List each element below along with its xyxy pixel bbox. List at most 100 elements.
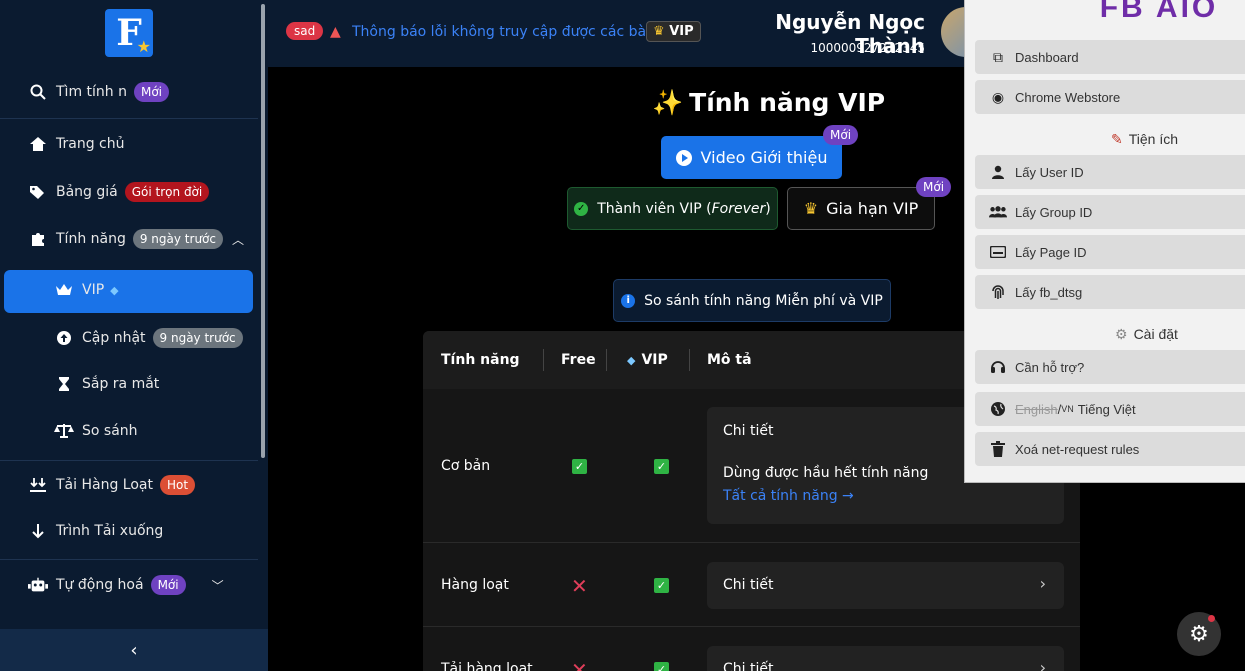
sidebar-item-home[interactable]: Trang chủ (28, 136, 286, 152)
vip-badge-label: VIP (669, 24, 694, 39)
check-circle-icon: ✓ (574, 201, 589, 216)
notice-marquee[interactable]: Thông báo lỗi không truy cập được các bà… (352, 24, 647, 40)
tags-icon (28, 184, 48, 200)
sidebar-item-vip[interactable]: VIP ◆ (54, 282, 312, 298)
sidebar-item-label: Bảng giá (56, 184, 118, 200)
compare-button[interactable]: i So sánh tính năng Miễn phí và VIP (613, 279, 891, 322)
new-badge: Mới (133, 82, 170, 102)
external-link-icon: ⧉ (993, 48, 1003, 65)
id-card-icon (989, 246, 1007, 258)
star-icon: ★ (136, 37, 151, 56)
lang-english[interactable]: English (1015, 402, 1058, 417)
chevron-up-icon: ︿ (231, 232, 244, 247)
popup-get-page-id[interactable]: Lấy Page ID (975, 235, 1245, 269)
page-title-text: Tính năng VIP (689, 88, 886, 117)
arrow-up-circle-icon (54, 330, 74, 346)
header-description: Mô tả (707, 352, 752, 368)
section-label: Cài đặt (1133, 326, 1178, 342)
new-badge: Mới (916, 177, 952, 197)
lang-vietnamese[interactable]: Tiếng Việt (1078, 402, 1136, 417)
popup-dashboard[interactable]: ⧉ Dashboard (975, 40, 1245, 74)
chevron-right-icon: › (1039, 658, 1046, 671)
sidebar-item-pricing[interactable]: Bảng giá Gói trọn đời (28, 182, 286, 202)
check-icon: ✓ (654, 459, 669, 474)
diamond-icon: ◆ (627, 354, 636, 367)
sidebar-item-compare[interactable]: So sánh (54, 423, 312, 439)
sidebar-item-label: Trang chủ (56, 136, 125, 152)
chevron-right-icon: › (1039, 574, 1046, 593)
settings-button[interactable]: ⚙ (1177, 612, 1221, 656)
extension-popup: FB AIO ⧉ Dashboard ◉ Chrome Webstore ✎ Ti… (964, 0, 1245, 483)
chrome-icon: ◉ (991, 88, 1005, 105)
divider (0, 118, 258, 119)
sidebar-item-label: Tự động hoá (56, 577, 144, 593)
sidebar-item-downloader[interactable]: Trình Tải xuống (28, 523, 286, 539)
diamond-icon: ◆ (110, 283, 119, 297)
sidebar-item-label: VIP (82, 282, 105, 298)
new-badge: Mới (823, 125, 859, 145)
popup-support[interactable]: Cần hỗ trợ? (975, 350, 1245, 384)
chevron-down-icon: ﹀ (211, 578, 224, 593)
sidebar-item-updates[interactable]: Cập nhật 9 ngày trước (54, 328, 312, 348)
vip-member-term: Forever (711, 200, 766, 217)
info-icon: i (621, 293, 636, 308)
download-bulk-icon (28, 477, 48, 493)
fingerprint-icon (989, 284, 1007, 300)
renew-vip-button[interactable]: ♛ Gia hạn VIP (787, 187, 935, 230)
popup-title: FB AIO (1099, 0, 1219, 24)
popup-item-label: Cần hỗ trợ? (1015, 359, 1085, 375)
popup-clear-rules[interactable]: Xoá net-request rules (975, 432, 1245, 466)
popup-item-label: Lấy fb_dtsg (1015, 284, 1083, 300)
sidebar-item-automation[interactable]: Tự động hoá Mới ﹀ (28, 575, 258, 595)
page-title: ✨ Tính năng VIP (652, 88, 885, 118)
cross-icon: ✕ (571, 574, 588, 598)
header-vip: ◆ VIP (627, 352, 668, 368)
status-tag: sad (286, 22, 324, 40)
intro-video-button[interactable]: Video Giới thiệu (661, 136, 842, 179)
syringe-icon: ✎ (1111, 131, 1123, 147)
users-group-icon (989, 205, 1007, 219)
sidebar-item-bulk-download[interactable]: Tải Hàng Loạt Hot (28, 475, 286, 495)
check-icon: ✓ (572, 459, 587, 474)
user-id: 100000927212345 (810, 41, 925, 55)
section-utilities: ✎ Tiện ích (1111, 131, 1178, 148)
all-features-link[interactable]: Tất cả tính năng → (723, 488, 854, 504)
search-icon (28, 84, 48, 100)
robot-icon (28, 577, 48, 593)
row-description-card[interactable]: Chi tiết › (707, 562, 1064, 609)
crown-icon: ♛ (653, 24, 665, 39)
row-description-card[interactable]: Chi tiết › (707, 646, 1064, 671)
sidebar-item-label: Cập nhật (82, 330, 146, 346)
headset-icon (989, 359, 1007, 375)
row-feature-name: Cơ bản (441, 458, 491, 474)
sidebar-collapse-button[interactable]: ‹ (0, 629, 268, 671)
sidebar-item-features[interactable]: Tính năng 9 ngày trước ︿ (28, 229, 258, 249)
new-badge: Mới (150, 575, 186, 595)
popup-chrome-webstore[interactable]: ◉ Chrome Webstore (975, 80, 1245, 114)
sidebar-search[interactable]: Tìm tính n Mới (28, 82, 258, 102)
vn-flag-code: VN (1061, 404, 1074, 414)
popup-get-group-id[interactable]: Lấy Group ID (975, 195, 1245, 229)
vip-member-button[interactable]: ✓ Thành viên VIP (Forever) (567, 187, 778, 230)
sidebar-item-coming-soon[interactable]: Sắp ra mắt (54, 376, 312, 392)
puzzle-icon (28, 231, 48, 247)
check-icon: ✓ (654, 578, 669, 593)
vip-member-prefix: Thành viên VIP ( (597, 200, 712, 217)
popup-get-user-id[interactable]: Lấy User ID (975, 155, 1245, 189)
notification-dot (1208, 615, 1215, 622)
popup-get-fb-dtsg[interactable]: Lấy fb_dtsg (975, 275, 1245, 309)
sparkles-icon: ✨ (652, 88, 684, 117)
row-feature-name: Hàng loạt (441, 577, 509, 593)
popup-item-label: Dashboard (1015, 49, 1079, 65)
renew-vip-label: Gia hạn VIP (826, 199, 919, 218)
header-free: Free (561, 352, 596, 368)
trash-icon (989, 441, 1007, 457)
sidebar-item-label: Tính năng (56, 231, 126, 247)
popup-language[interactable]: English / VN Tiếng Việt (975, 392, 1245, 426)
intro-video-label: Video Giới thiệu (700, 148, 828, 167)
popup-item-label: Chrome Webstore (1015, 89, 1121, 105)
app-logo[interactable]: F ★ (105, 9, 153, 57)
header-divider (689, 349, 690, 371)
popup-item-label: Lấy User ID (1015, 164, 1084, 180)
hot-badge: Hot (159, 475, 196, 495)
